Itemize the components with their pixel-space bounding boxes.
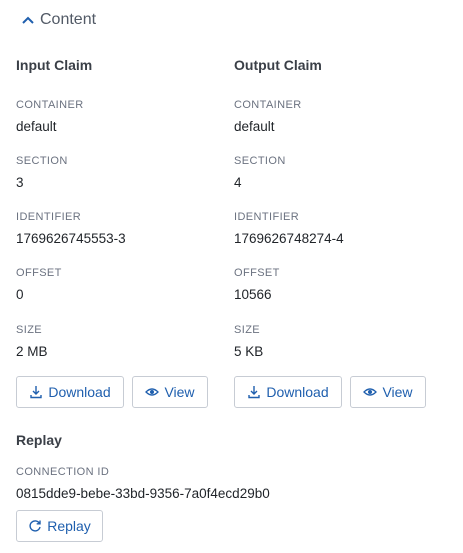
field-value: default [16, 119, 57, 134]
field-value: 10566 [234, 287, 272, 302]
connection-id-field: CONNECTION ID 0815dde9-bebe-33bd-9356-7a… [16, 465, 270, 503]
field-label: OFFSET [234, 267, 280, 279]
output-download-button[interactable]: Download [234, 376, 342, 408]
chevron-up-icon [20, 12, 36, 28]
field-value: 3 [16, 175, 24, 190]
output-section-field: SECTION 4 [234, 154, 286, 192]
input-offset-field: OFFSET 0 [16, 266, 62, 304]
field-label: SECTION [234, 155, 286, 167]
input-container-field: CONTAINER default [16, 98, 84, 136]
connection-id-label: CONNECTION ID [16, 466, 110, 478]
output-size-field: SIZE 5 KB [234, 323, 263, 361]
field-value: 2 MB [16, 344, 48, 359]
view-label: View [382, 384, 413, 400]
field-value: 1769626748274-4 [234, 231, 344, 246]
output-claim-title: Output Claim [234, 57, 322, 73]
output-container-field: CONTAINER default [234, 98, 302, 136]
field-value: 5 KB [234, 344, 264, 359]
download-icon [247, 385, 261, 399]
replay-label: Replay [47, 518, 91, 534]
input-claim-panel: Input Claim CONTAINER default SECTION 3 … [16, 56, 226, 359]
input-view-button[interactable]: View [132, 376, 208, 408]
output-claim-panel: Output Claim CONTAINER default SECTION 4… [234, 56, 444, 359]
input-identifier-field: IDENTIFIER 1769626745553-3 [16, 210, 126, 248]
field-label: IDENTIFIER [234, 211, 300, 223]
replay-button[interactable]: Replay [16, 510, 103, 542]
input-claim-title: Input Claim [16, 57, 93, 73]
download-label: Download [266, 384, 329, 400]
field-value: default [234, 119, 275, 134]
field-value: 4 [234, 175, 242, 190]
output-offset-field: OFFSET 10566 [234, 266, 280, 304]
input-section-field: SECTION 3 [16, 154, 68, 192]
download-icon [29, 385, 43, 399]
field-label: CONTAINER [16, 99, 84, 111]
field-label: IDENTIFIER [16, 211, 82, 223]
refresh-icon [28, 519, 42, 533]
field-value: 1769626745553-3 [16, 231, 126, 246]
download-label: Download [48, 384, 111, 400]
field-label: SIZE [234, 324, 261, 336]
view-label: View [164, 384, 195, 400]
output-view-button[interactable]: View [350, 376, 426, 408]
replay-title: Replay [16, 432, 62, 448]
section-title: Content [40, 11, 97, 28]
field-label: OFFSET [16, 267, 62, 279]
field-label: SECTION [16, 155, 68, 167]
content-section-toggle[interactable]: Content [20, 11, 96, 29]
output-identifier-field: IDENTIFIER 1769626748274-4 [234, 210, 344, 248]
input-size-field: SIZE 2 MB [16, 323, 48, 361]
eye-icon [145, 385, 160, 399]
field-value: 0 [16, 287, 24, 302]
input-download-button[interactable]: Download [16, 376, 124, 408]
field-label: CONTAINER [234, 99, 302, 111]
field-label: SIZE [16, 324, 43, 336]
connection-id-value: 0815dde9-bebe-33bd-9356-7a0f4ecd29b0 [16, 486, 270, 501]
eye-icon [363, 385, 378, 399]
